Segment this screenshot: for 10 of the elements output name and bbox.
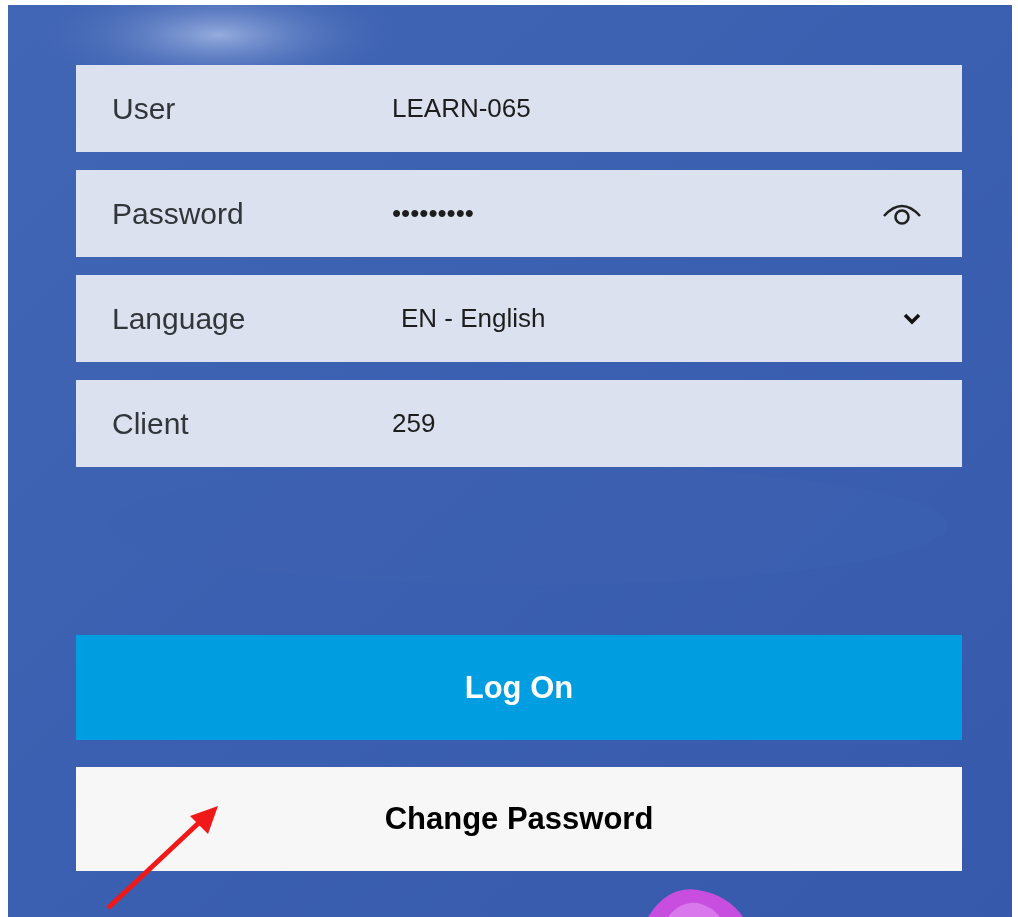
field-label: Client bbox=[112, 406, 190, 441]
change-password-button[interactable]: Change Password bbox=[76, 767, 962, 871]
field-label: User bbox=[112, 91, 177, 126]
language-dropdown[interactable]: EN - English bbox=[392, 303, 922, 334]
field-label: Language bbox=[112, 301, 247, 336]
input-field[interactable]: LEARN-065 bbox=[392, 93, 922, 124]
field-label: Password bbox=[112, 196, 245, 231]
password-field[interactable]: ••••••••• bbox=[392, 198, 882, 229]
caret-icon bbox=[902, 311, 922, 326]
input-field[interactable]: 259 bbox=[392, 408, 922, 439]
